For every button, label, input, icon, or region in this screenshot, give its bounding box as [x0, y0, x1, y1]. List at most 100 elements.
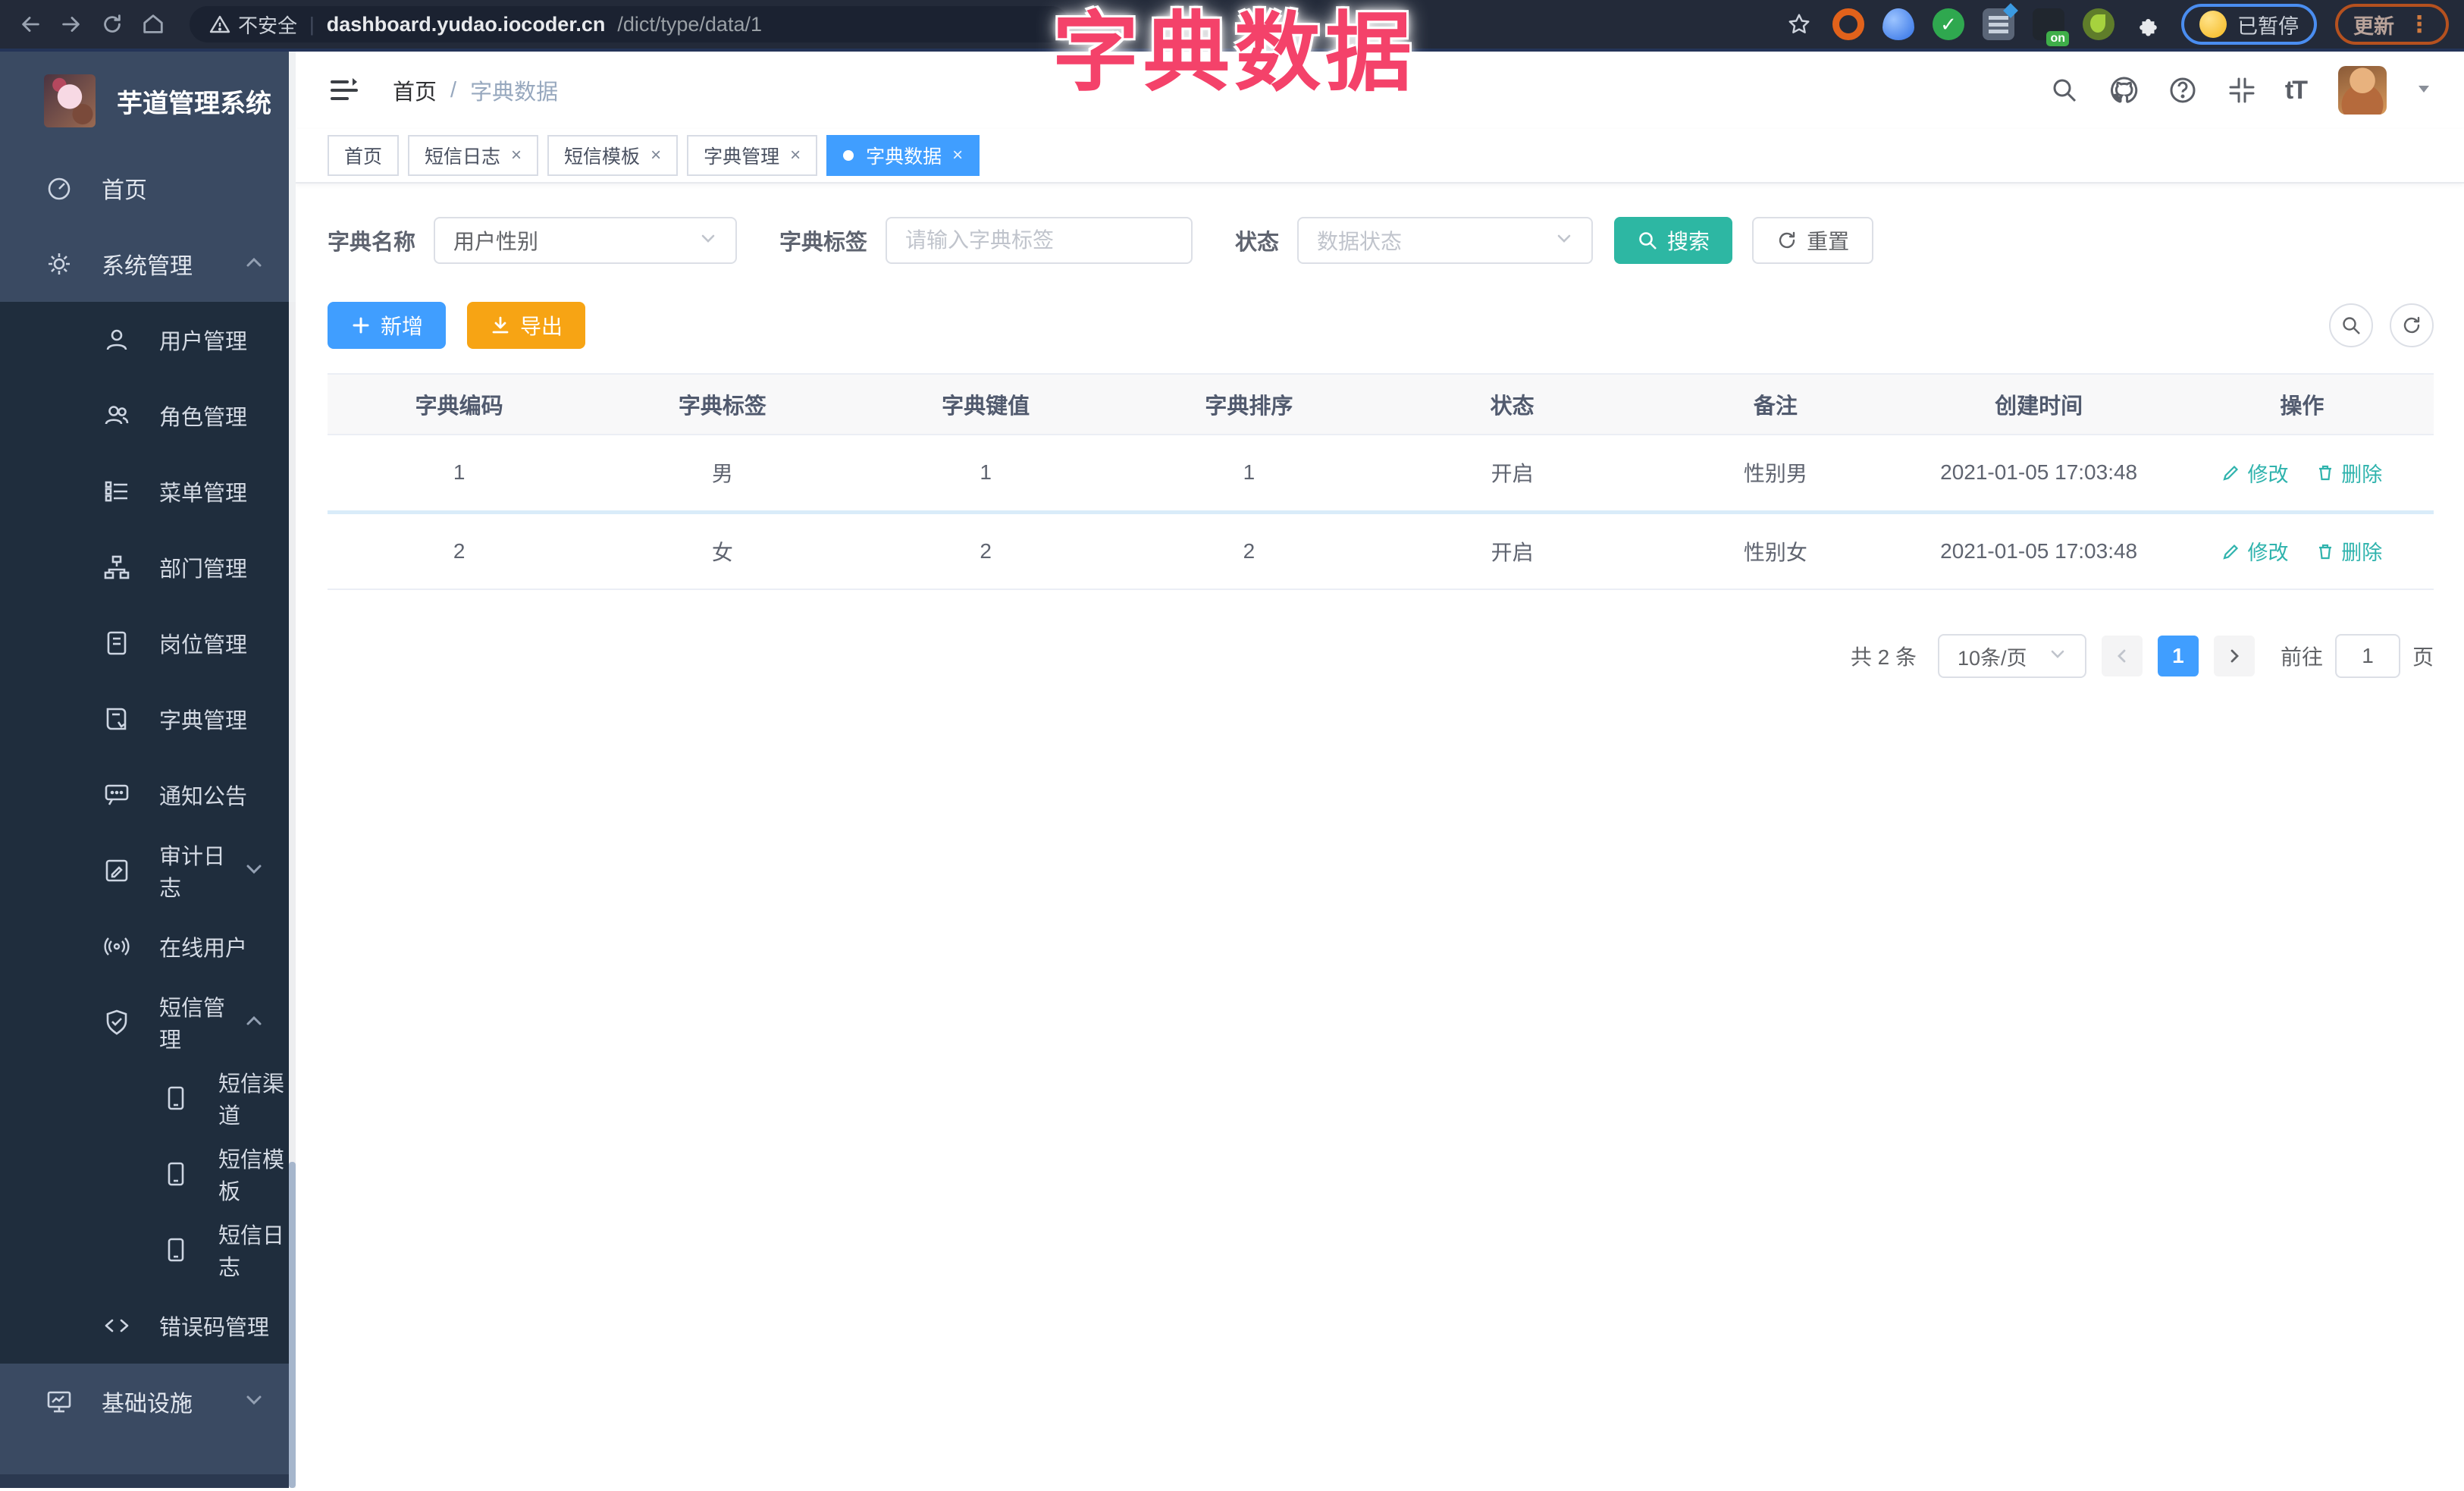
extension-dark-icon[interactable]: on	[2033, 8, 2069, 46]
sidebar-item-home[interactable]: 首页	[0, 150, 296, 226]
sidebar-item-label: 角色管理	[159, 406, 248, 430]
cell-sort: 2	[1117, 510, 1381, 590]
cell-remark: 性别女	[1644, 510, 1908, 590]
sidebar-item-error-code[interactable]: 错误码管理	[0, 1288, 296, 1364]
add-button[interactable]: 新增	[328, 302, 447, 349]
sidebar-item-depts[interactable]: 部门管理	[0, 529, 296, 605]
extension-green-icon[interactable]	[2083, 8, 2114, 40]
cell-label: 男	[591, 435, 854, 512]
dict-book-icon	[103, 705, 130, 733]
user-icon	[103, 326, 130, 353]
dict-label-input[interactable]	[905, 228, 1174, 253]
page-number-button[interactable]: 1	[2157, 636, 2199, 676]
sidebar-item-sms-template[interactable]: 短信模板	[0, 1136, 296, 1212]
font-size-icon[interactable]: tT	[2285, 76, 2308, 105]
sidebar-item-notice[interactable]: 通知公告	[0, 757, 296, 833]
screen: 不安全 | dashboard.yudao.iocoder.cn/dict/ty…	[0, 0, 2464, 1491]
breadcrumb-home[interactable]: 首页	[393, 74, 437, 106]
sidebar-logo-row[interactable]: 芋道管理系统	[0, 52, 296, 150]
sidebar-item-sms-log[interactable]: 短信日志	[0, 1212, 296, 1288]
address-bar[interactable]: 不安全 | dashboard.yudao.iocoder.cn/dict/ty…	[190, 6, 1069, 42]
tab-close-icon[interactable]: ×	[511, 145, 522, 166]
tab-sms-template[interactable]: 短信模板 ×	[547, 135, 679, 176]
refresh-button[interactable]	[2390, 303, 2434, 347]
fullscreen-icon[interactable]	[2226, 74, 2258, 106]
delete-link[interactable]: 删除	[2315, 458, 2382, 488]
sidebar-item-roles[interactable]: 角色管理	[0, 378, 296, 454]
sidebar-item-label: 短信日志	[218, 1224, 285, 1280]
tab-close-icon[interactable]: ×	[790, 145, 801, 166]
extension-green-check-icon[interactable]: ✓	[1933, 8, 1964, 40]
hamburger-icon[interactable]	[328, 74, 361, 107]
search-icon[interactable]	[2049, 74, 2080, 106]
paused-label: 已暂停	[2237, 14, 2299, 38]
profile-paused-pill[interactable]: 已暂停	[2181, 4, 2317, 45]
puzzle-extensions-icon[interactable]	[2133, 9, 2163, 39]
bookmark-star-icon[interactable]	[1784, 9, 1814, 39]
reload-icon[interactable]	[97, 9, 127, 39]
sidebar-item-dict[interactable]: 字典管理	[0, 681, 296, 757]
avatar-caret-icon[interactable]	[2415, 80, 2432, 101]
trash-icon	[2319, 465, 2332, 481]
col-remark: 备注	[1644, 373, 1908, 435]
help-icon[interactable]	[2167, 74, 2199, 106]
refresh-icon	[2403, 316, 2420, 334]
toggle-search-button[interactable]	[2329, 303, 2373, 347]
app-logo	[44, 74, 96, 127]
search-button[interactable]: 搜索	[1614, 217, 1733, 264]
sidebar-item-label: 岗位管理	[159, 633, 248, 658]
browser-update-pill[interactable]: 更新 ⋮	[2335, 4, 2449, 45]
audit-log-icon	[103, 857, 130, 884]
user-avatar[interactable]	[2338, 66, 2387, 115]
tab-dict-manage[interactable]: 字典管理 ×	[687, 135, 818, 176]
tab-dict-data[interactable]: 字典数据 ×	[826, 135, 980, 176]
extension-stats-icon[interactable]	[1983, 8, 2014, 40]
sidebar-item-menus[interactable]: 菜单管理	[0, 454, 296, 529]
tab-close-icon[interactable]: ×	[952, 145, 963, 166]
edit-link[interactable]: 修改	[2221, 536, 2288, 566]
main-area: 首页 / 字典数据 tT 首页 短信日志 × 短信模板 × 字典管理 × 字典数…	[296, 52, 2464, 1488]
sidebar-scrollbar-thumb[interactable]	[289, 1162, 296, 1488]
page-size-select[interactable]: 10条/页	[1937, 634, 2086, 678]
tab-home[interactable]: 首页	[328, 135, 400, 176]
home-icon[interactable]	[138, 9, 168, 39]
edit-link[interactable]: 修改	[2221, 458, 2288, 488]
export-button[interactable]: 导出	[467, 302, 586, 349]
chevron-down-icon	[699, 228, 717, 253]
forward-icon[interactable]	[56, 9, 86, 39]
dict-name-value: 用户性别	[453, 230, 539, 253]
chevron-down-icon	[2049, 644, 2067, 668]
sidebar-item-infrastructure[interactable]: 基础设施	[0, 1364, 296, 1439]
chrome-menu-icon[interactable]: ⋮	[2408, 11, 2431, 38]
pagination-goto: 前往 页	[2281, 634, 2434, 678]
filter-form: 字典名称 用户性别 字典标签 状态 数据状态	[328, 217, 2434, 264]
search-icon	[1639, 232, 1657, 250]
reset-button[interactable]: 重置	[1752, 217, 1874, 264]
back-icon[interactable]	[15, 9, 45, 39]
extension-orange-icon[interactable]	[1832, 8, 1864, 40]
cell-remark: 性别男	[1644, 435, 1908, 512]
cell-status: 开启	[1381, 510, 1644, 590]
cell-actions: 修改 删除	[2170, 510, 2434, 590]
security-warning: 不安全	[209, 11, 297, 39]
sidebar-item-system[interactable]: 系统管理	[0, 226, 296, 302]
goto-page-input[interactable]	[2334, 634, 2400, 678]
sidebar-item-sms-channel[interactable]: 短信渠道	[0, 1060, 296, 1136]
sidebar-item-posts[interactable]: 岗位管理	[0, 605, 296, 681]
prev-page-button[interactable]	[2101, 636, 2143, 676]
dict-name-select[interactable]: 用户性别	[434, 217, 738, 264]
table-row: 1 男 1 1 开启 性别男 2021-01-05 17:03:48 修改 删除	[328, 435, 2434, 512]
sidebar-item-sms[interactable]: 短信管理	[0, 984, 296, 1060]
tabsbar: 首页 短信日志 × 短信模板 × 字典管理 × 字典数据 ×	[296, 129, 2464, 184]
sidebar-item-users[interactable]: 用户管理	[0, 302, 296, 378]
delete-link[interactable]: 删除	[2315, 536, 2382, 566]
sidebar-item-audit-log[interactable]: 审计日志	[0, 833, 296, 909]
sidebar-item-label: 通知公告	[159, 785, 248, 809]
status-select[interactable]: 数据状态	[1297, 217, 1594, 264]
sidebar-item-online-users[interactable]: 在线用户	[0, 909, 296, 984]
tab-sms-log[interactable]: 短信日志 ×	[408, 135, 539, 176]
next-page-button[interactable]	[2213, 636, 2255, 676]
extension-blue-drop-icon[interactable]	[1882, 8, 1914, 40]
github-icon[interactable]	[2108, 74, 2140, 106]
tab-close-icon[interactable]: ×	[650, 145, 661, 166]
